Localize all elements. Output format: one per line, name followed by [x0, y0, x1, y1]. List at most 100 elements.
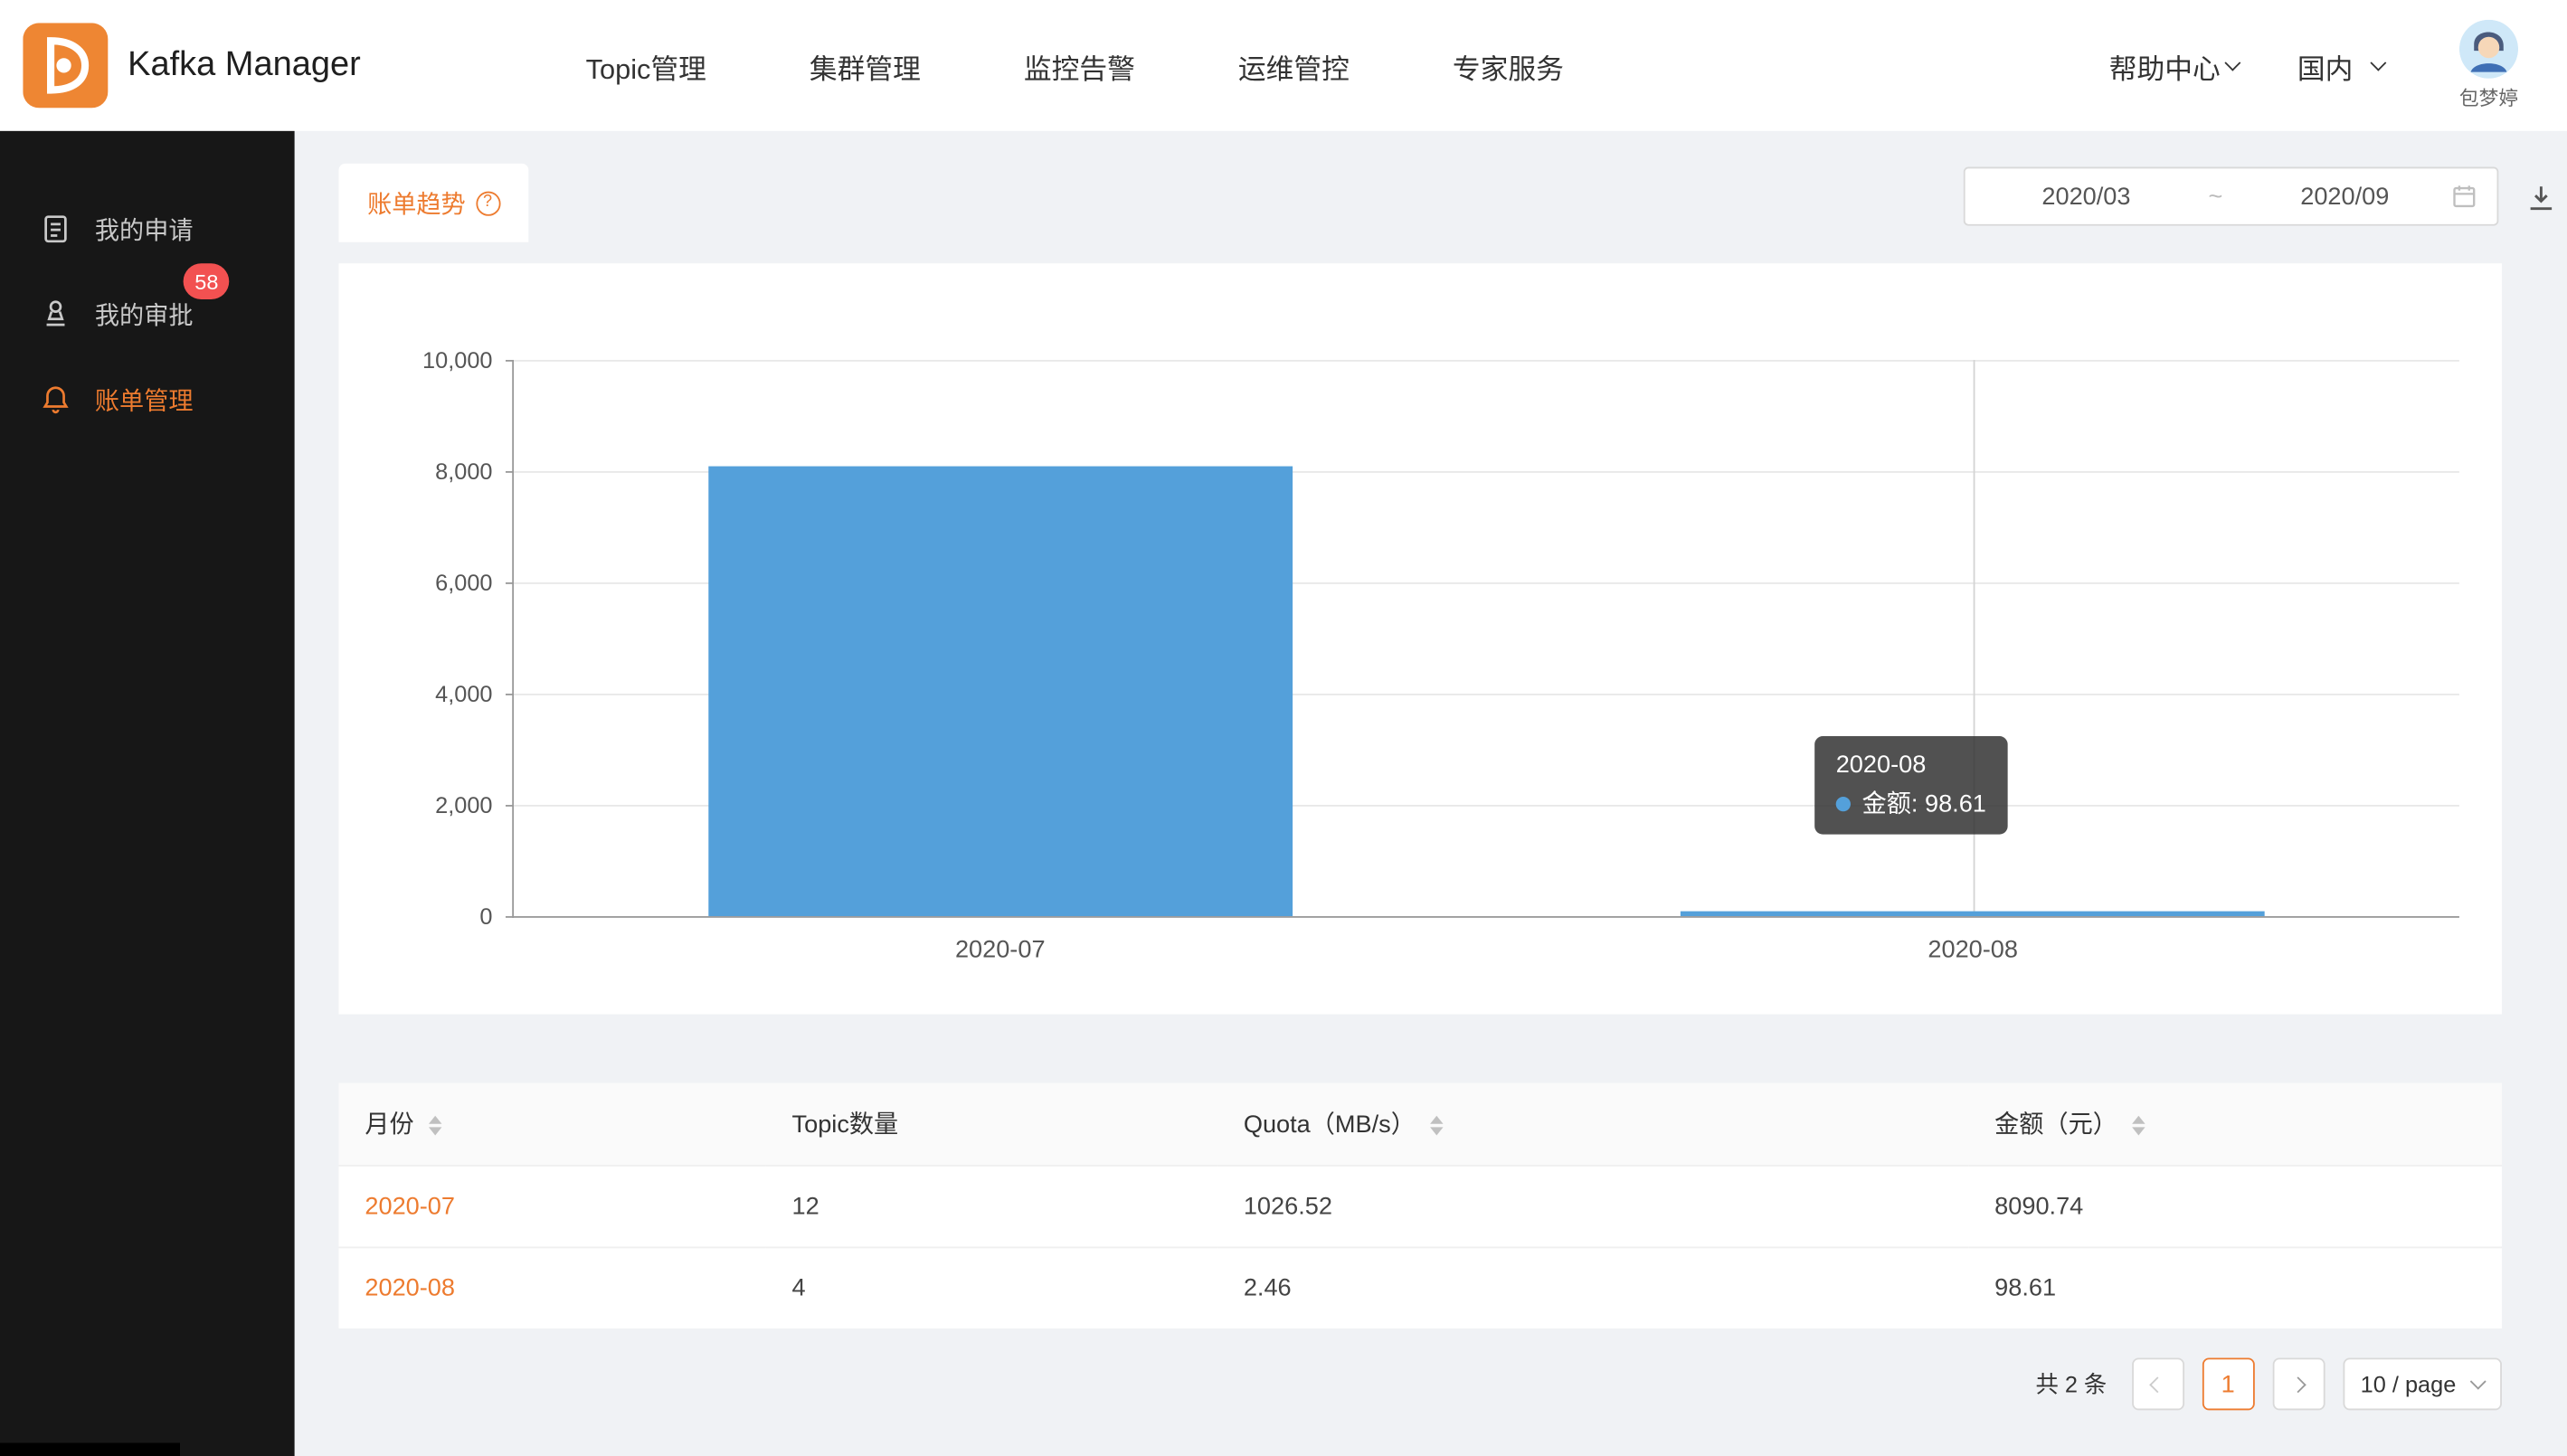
column-label: Quota（MB/s） [1244, 1111, 1416, 1139]
bill-trend-chart-card: 2020-08 金额: 98.61 10,0008,0006,0004,0002… [338, 263, 2501, 1014]
nav-topic-management[interactable]: Topic管理 [586, 45, 706, 86]
tooltip-title: 2020-08 [1836, 746, 1986, 785]
tooltip-series-row: 金额: 98.61 [1836, 785, 1986, 824]
chart-bar-2020-08[interactable] [1681, 911, 2265, 916]
date-end-input[interactable]: 2020/09 [2243, 183, 2446, 211]
y-axis-tick-label: 8,000 [435, 459, 492, 485]
date-range-separator: ~ [2188, 183, 2244, 211]
sidebar-item-my-applications[interactable]: 我的申请 [0, 186, 295, 271]
date-range-picker[interactable]: 2020/03 ~ 2020/09 [1964, 167, 2499, 226]
sidebar-collapse-bar[interactable] [0, 1443, 180, 1456]
nav-monitor-alert[interactable]: 监控告警 [1024, 45, 1135, 86]
sidebar-item-label: 我的审批 [95, 297, 194, 331]
y-axis-tick-mark [506, 471, 514, 473]
app-logo-icon[interactable] [23, 23, 108, 108]
amount-cell: 8090.74 [1968, 1165, 2502, 1246]
pagination: 共 2 条 1 10 / page [2035, 1357, 2502, 1410]
header-right: 帮助中心 国内 包梦婷 [2109, 0, 2567, 131]
help-center-dropdown[interactable]: 帮助中心 [2109, 45, 2239, 86]
nav-expert-service[interactable]: 专家服务 [1453, 45, 1564, 86]
page-button-1[interactable]: 1 [2202, 1357, 2254, 1410]
chart-plot: 2020-08 金额: 98.61 10,0008,0006,0004,0002… [512, 360, 2459, 918]
month-link[interactable]: 2020-08 [338, 1246, 765, 1328]
bill-table-card: 月份 Topic数量 Quota（MB/s） 金额（元） [338, 1083, 2501, 1328]
region-label: 国内 [2297, 45, 2354, 86]
quota-cell: 2.46 [1217, 1246, 1968, 1328]
y-axis-tick-mark [506, 582, 514, 584]
quota-cell: 1026.52 [1217, 1165, 1968, 1246]
column-header-topic-count: Topic数量 [766, 1083, 1217, 1165]
calendar-icon [2451, 184, 2477, 210]
gridline [514, 360, 2459, 362]
bill-table: 月份 Topic数量 Quota（MB/s） 金额（元） [338, 1083, 2501, 1328]
topic-count-cell: 4 [766, 1246, 1217, 1328]
main-nav: Topic管理 集群管理 监控告警 运维管控 专家服务 [586, 0, 1564, 131]
sidebar: 我的申请 我的审批 58 账单管理 [0, 131, 295, 1456]
sort-icon[interactable] [1430, 1116, 1443, 1136]
sidebar-item-my-approvals[interactable]: 我的审批 58 [0, 271, 295, 356]
sort-icon[interactable] [2132, 1116, 2145, 1136]
approvals-count-badge: 58 [184, 263, 230, 299]
column-label: 月份 [365, 1111, 413, 1139]
column-label: Topic数量 [792, 1111, 899, 1139]
chevron-down-icon [2370, 54, 2386, 71]
table-header-row: 月份 Topic数量 Quota（MB/s） 金额（元） [338, 1083, 2501, 1165]
y-axis-tick-mark [506, 916, 514, 918]
clipboard-icon [39, 213, 71, 245]
chevron-down-icon [2470, 1373, 2486, 1389]
sidebar-item-label: 我的申请 [95, 212, 194, 246]
y-axis-tick-label: 2,000 [435, 792, 492, 818]
column-label: 金额（元） [1994, 1111, 2117, 1139]
column-header-amount[interactable]: 金额（元） [1968, 1083, 2502, 1165]
user-menu[interactable]: 包梦婷 [2443, 20, 2534, 111]
chart-bar-2020-07[interactable] [708, 466, 1292, 916]
y-axis-tick-label: 10,000 [422, 347, 492, 373]
download-icon[interactable] [2523, 180, 2559, 216]
stamp-icon [39, 298, 71, 330]
total-count-label: 共 2 条 [2035, 1367, 2107, 1400]
y-axis-tick-mark [506, 805, 514, 807]
date-start-input[interactable]: 2020/03 [1984, 183, 2187, 211]
app-title: Kafka Manager [128, 0, 361, 131]
region-dropdown[interactable]: 国内 [2297, 45, 2384, 86]
y-axis-tick-label: 6,000 [435, 570, 492, 596]
sidebar-menu: 我的申请 我的审批 58 账单管理 [0, 131, 295, 442]
help-question-icon[interactable]: ? [476, 191, 500, 215]
help-center-label: 帮助中心 [2109, 45, 2221, 86]
bill-alert-icon [39, 383, 71, 415]
main-content: 账单趋势 ? 2020/03 ~ 2020/09 2020-08 [295, 131, 2567, 1456]
page-size-value: 10 / page [2361, 1371, 2457, 1397]
x-axis-tick-label: 2020-08 [1928, 936, 2018, 964]
x-axis-tick-label: 2020-07 [955, 936, 1046, 964]
y-axis-tick-mark [506, 694, 514, 695]
series-dot-icon [1836, 797, 1851, 811]
sort-icon[interactable] [429, 1116, 441, 1136]
chevron-down-icon [2224, 54, 2240, 71]
sidebar-item-label: 账单管理 [95, 382, 194, 416]
kafka-manager-app: Kafka Manager Topic管理 集群管理 监控告警 运维管控 专家服… [0, 0, 2567, 1456]
chevron-left-icon [2149, 1376, 2165, 1392]
page-size-select[interactable]: 10 / page [2343, 1357, 2502, 1410]
tab-label: 账单趋势 [367, 185, 466, 220]
tooltip-value: 金额: 98.61 [1862, 790, 1986, 818]
nav-cluster-management[interactable]: 集群管理 [810, 45, 921, 86]
next-page-button[interactable] [2272, 1357, 2325, 1410]
column-header-quota[interactable]: Quota（MB/s） [1217, 1083, 1968, 1165]
user-name: 包梦婷 [2459, 83, 2518, 111]
topic-count-cell: 12 [766, 1165, 1217, 1246]
chart-tooltip: 2020-08 金额: 98.61 [1814, 736, 2007, 835]
month-link[interactable]: 2020-07 [338, 1165, 765, 1246]
sidebar-item-bill-management[interactable]: 账单管理 [0, 356, 295, 441]
table-row: 2020-08 4 2.46 98.61 [338, 1246, 2501, 1328]
column-header-month[interactable]: 月份 [338, 1083, 765, 1165]
y-axis-tick-mark [506, 360, 514, 362]
prev-page-button[interactable] [2131, 1357, 2183, 1410]
chevron-right-icon [2290, 1376, 2307, 1392]
top-header: Kafka Manager Topic管理 集群管理 监控告警 运维管控 专家服… [0, 0, 2567, 131]
nav-ops-control[interactable]: 运维管控 [1238, 45, 1350, 86]
amount-cell: 98.61 [1968, 1246, 2502, 1328]
y-axis-tick-label: 0 [479, 903, 492, 930]
avatar [2459, 20, 2518, 79]
table-row: 2020-07 12 1026.52 8090.74 [338, 1165, 2501, 1246]
tab-bill-trend[interactable]: 账单趋势 ? [338, 164, 528, 242]
